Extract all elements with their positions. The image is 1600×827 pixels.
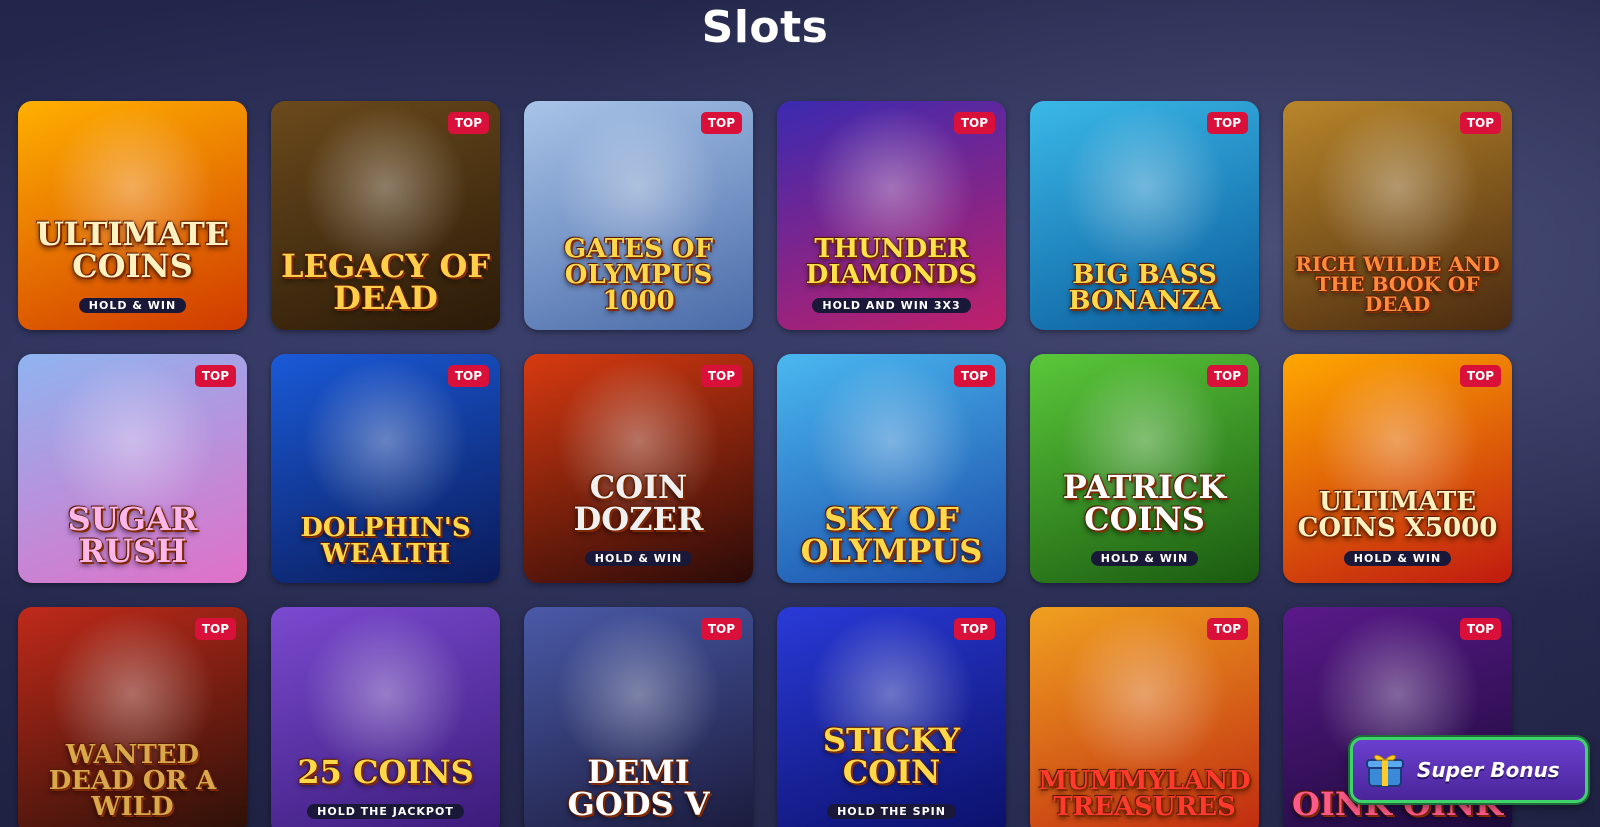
game-tile[interactable]: Patrick Coins HOLD & WIN TOP: [1030, 354, 1259, 583]
game-subtitle: HOLD AND WIN 3x3: [812, 298, 971, 313]
game-title: Demi Gods V: [567, 753, 710, 823]
game-title: Gates of Olympus 1000: [563, 234, 714, 316]
game-tile[interactable]: Rich Wilde and the Book of Dead TOP: [1283, 101, 1512, 330]
game-tile[interactable]: Gates of Olympus 1000 TOP: [524, 101, 753, 330]
game-title: 25 Coins HOLD THE JACKPOT: [297, 753, 474, 819]
game-tile[interactable]: Sky of Olympus TOP: [777, 354, 1006, 583]
game-tile[interactable]: Wanted Dead or a Wild TOP: [18, 607, 247, 827]
game-subtitle: HOLD & WIN: [1343, 551, 1452, 566]
game-title: Ultimate Coins HOLD & WIN: [35, 215, 230, 313]
top-badge: TOP: [953, 618, 995, 640]
page-title: Slots: [701, 2, 829, 53]
game-tile[interactable]: Ultimate Coins x5000 HOLD & WIN TOP: [1283, 354, 1512, 583]
top-badge: TOP: [953, 112, 995, 134]
game-title: Patrick Coins HOLD & WIN: [1062, 468, 1227, 566]
top-badge: TOP: [700, 112, 742, 134]
game-subtitle: HOLD & WIN: [1090, 551, 1199, 566]
game-tile[interactable]: 25 Coins HOLD THE JACKPOT: [271, 607, 500, 827]
game-tile[interactable]: Ultimate Coins HOLD & WIN: [18, 101, 247, 330]
game-tile[interactable]: Dolphin's Wealth TOP: [271, 354, 500, 583]
game-title: Thunder Diamonds HOLD AND WIN 3x3: [805, 234, 978, 313]
game-title: Coin Dozer HOLD & WIN: [573, 468, 704, 566]
game-title: Mummyland Treasures: [1038, 766, 1251, 822]
top-badge: TOP: [1459, 112, 1501, 134]
top-badge: TOP: [953, 365, 995, 387]
game-title: Sticky Coin HOLD THE SPIN: [822, 721, 961, 819]
game-title: Ultimate Coins x5000 HOLD & WIN: [1297, 487, 1498, 566]
top-badge: TOP: [1459, 365, 1501, 387]
game-tile[interactable]: Big Bass Bonanza TOP: [1030, 101, 1259, 330]
top-badge: TOP: [447, 112, 489, 134]
game-subtitle: HOLD THE JACKPOT: [307, 804, 464, 819]
game-tile[interactable]: Sticky Coin HOLD THE SPIN TOP: [777, 607, 1006, 827]
game-tile[interactable]: Coin Dozer HOLD & WIN TOP: [524, 354, 753, 583]
game-tile[interactable]: Sugar Rush TOP: [18, 354, 247, 583]
game-title: Dolphin's Wealth: [300, 513, 471, 569]
gift-icon: [1366, 754, 1404, 787]
super-bonus-button[interactable]: Super Bonus: [1350, 737, 1588, 803]
top-badge: TOP: [1206, 365, 1248, 387]
super-bonus-label: Super Bonus: [1417, 758, 1560, 782]
top-badge: TOP: [1459, 618, 1501, 640]
game-title: Big Bass Bonanza: [1068, 260, 1221, 316]
game-title: Sugar Rush: [67, 500, 198, 570]
top-badge: TOP: [700, 365, 742, 387]
game-title: Rich Wilde and the Book of Dead: [1295, 252, 1500, 316]
game-tile[interactable]: Thunder Diamonds HOLD AND WIN 3x3 TOP: [777, 101, 1006, 330]
game-tile[interactable]: Demi Gods V TOP: [524, 607, 753, 827]
game-tile[interactable]: Legacy of Dead TOP: [271, 101, 500, 330]
game-subtitle: HOLD & WIN: [584, 551, 693, 566]
game-title: Legacy of Dead: [280, 247, 491, 317]
game-subtitle: HOLD & WIN: [78, 298, 187, 313]
game-grid: Ultimate Coins HOLD & WIN Legacy of Dead TO…: [18, 101, 1512, 827]
top-badge: TOP: [1206, 112, 1248, 134]
top-badge: TOP: [700, 618, 742, 640]
top-badge: TOP: [194, 618, 236, 640]
game-title: Sky of Olympus: [800, 500, 983, 570]
top-badge: TOP: [447, 365, 489, 387]
game-tile[interactable]: Mummyland Treasures TOP: [1030, 607, 1259, 827]
top-badge: TOP: [1206, 618, 1248, 640]
game-subtitle: HOLD THE SPIN: [827, 804, 956, 819]
game-title: Wanted Dead or a Wild: [48, 740, 217, 822]
top-badge: TOP: [194, 365, 236, 387]
